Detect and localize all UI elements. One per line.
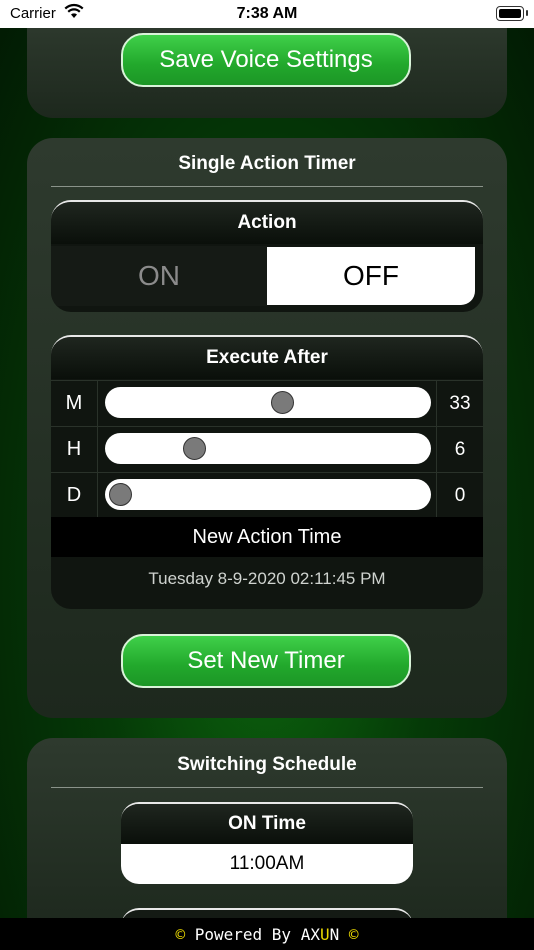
clock: 7:38 AM bbox=[236, 5, 298, 22]
schedule-divider bbox=[51, 787, 483, 788]
minutes-label: M bbox=[51, 381, 98, 426]
switching-schedule-card: Switching Schedule ON Time 11:00AM bbox=[27, 738, 507, 950]
on-time-panel[interactable]: ON Time 11:00AM bbox=[121, 802, 413, 884]
days-label: D bbox=[51, 473, 98, 518]
action-panel: Action ON OFF bbox=[51, 200, 483, 312]
hours-slider-thumb[interactable] bbox=[182, 437, 206, 460]
minutes-row: M 33 bbox=[51, 380, 483, 426]
execute-header: Execute After bbox=[51, 337, 483, 379]
powered-by-text: Powered By bbox=[194, 924, 292, 944]
hours-value: 6 bbox=[436, 427, 483, 472]
action-segmented-control: ON OFF bbox=[51, 246, 483, 308]
copyright-icon-right: © bbox=[348, 924, 359, 944]
minutes-value: 33 bbox=[436, 381, 483, 426]
action-on-option[interactable]: ON bbox=[51, 246, 267, 306]
action-off-option[interactable]: OFF bbox=[267, 247, 475, 305]
status-bar: Carrier 7:38 AM bbox=[0, 0, 534, 28]
minutes-slider[interactable] bbox=[105, 387, 431, 418]
brand-u: U bbox=[319, 924, 330, 944]
battery-icon bbox=[496, 6, 524, 21]
on-time-value[interactable]: 11:00AM bbox=[121, 844, 413, 884]
single-action-timer-card: Single Action Timer Action ON OFF Execut… bbox=[27, 138, 507, 718]
days-slider-thumb[interactable] bbox=[109, 483, 132, 506]
minutes-slider-thumb[interactable] bbox=[271, 391, 295, 414]
new-action-time-value: Tuesday 8-9-2020 02:11:45 PM bbox=[148, 569, 386, 588]
voice-settings-card: Save Voice Settings bbox=[27, 18, 507, 118]
set-new-timer-button[interactable]: Set New Timer bbox=[121, 634, 411, 688]
hours-slider[interactable] bbox=[105, 433, 431, 464]
copyright-icon-left: © bbox=[175, 924, 186, 944]
schedule-title: Switching Schedule bbox=[177, 754, 357, 775]
days-row: D 0 bbox=[51, 472, 483, 518]
battery-tip bbox=[526, 10, 528, 16]
days-value: 0 bbox=[436, 473, 483, 518]
hours-row: H 6 bbox=[51, 426, 483, 472]
hours-label: H bbox=[51, 427, 98, 472]
on-time-header: ON Time bbox=[121, 804, 413, 844]
timer-divider bbox=[51, 186, 483, 187]
footer: © Powered By AX U N © bbox=[0, 918, 534, 950]
brand-n: N bbox=[329, 924, 340, 944]
action-header: Action bbox=[51, 202, 483, 244]
new-action-time-header: New Action Time bbox=[51, 517, 483, 557]
days-slider[interactable] bbox=[105, 479, 431, 510]
brand-ax: AX bbox=[300, 924, 320, 944]
timer-title: Single Action Timer bbox=[178, 153, 356, 174]
execute-after-panel: Execute After M 33 H 6 D 0 New Action Ti… bbox=[51, 335, 483, 609]
save-voice-settings-button[interactable]: Save Voice Settings bbox=[121, 33, 411, 87]
